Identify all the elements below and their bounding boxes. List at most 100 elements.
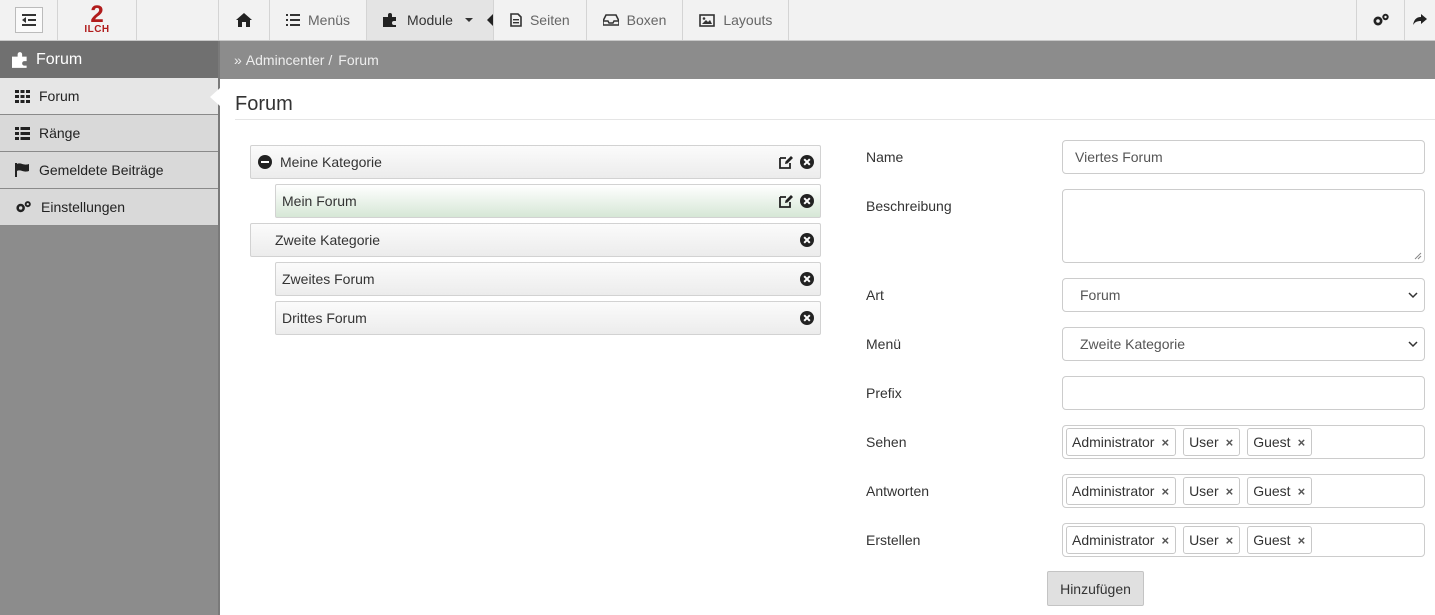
tree-item-forum[interactable]: Mein Forum — [275, 184, 821, 218]
remove-chip-icon[interactable]: × — [1226, 533, 1234, 548]
role-chip-label: Guest — [1253, 532, 1291, 548]
resize-grip-icon[interactable] — [1414, 252, 1422, 260]
tree-item-label: Mein Forum — [282, 193, 357, 209]
add-forum-button[interactable]: Hinzufügen — [1047, 571, 1144, 606]
breadcrumb-prefix: » — [234, 52, 242, 68]
prefix-field[interactable] — [1062, 376, 1425, 410]
role-chip: Guest × — [1247, 477, 1313, 505]
active-pointer-icon — [486, 14, 493, 26]
list-ol-icon — [286, 14, 300, 26]
home-button[interactable] — [219, 0, 270, 40]
remove-chip-icon[interactable]: × — [1298, 484, 1306, 499]
minus-circle-icon[interactable] — [258, 155, 272, 169]
remove-chip-icon[interactable]: × — [1226, 435, 1234, 450]
remove-chip-icon[interactable]: × — [1161, 435, 1169, 450]
sidebar-toggle-button[interactable] — [14, 7, 43, 33]
type-select[interactable]: Forum — [1062, 278, 1425, 312]
breadcrumb-root-link[interactable]: Admincenter — [246, 52, 325, 68]
role-chip: Administrator × — [1066, 428, 1177, 456]
breadcrumb: » Admincenter / Forum — [220, 41, 1435, 79]
remove-circle-icon[interactable] — [800, 155, 814, 169]
puzzle-icon — [12, 51, 27, 68]
nav-menus-label: Menüs — [308, 12, 351, 28]
sidebar-item-forum[interactable]: Forum — [0, 78, 220, 115]
tree-item-label: Zweite Kategorie — [275, 232, 381, 248]
sidebar-item-label: Ränge — [39, 125, 81, 141]
tree-item-label: Drittes Forum — [282, 310, 367, 326]
image-icon — [699, 13, 716, 27]
breadcrumb-current: Forum — [338, 52, 379, 68]
type-label: Art — [866, 287, 884, 303]
sidebar-item-raenge[interactable]: Ränge — [0, 115, 218, 152]
home-icon — [236, 13, 252, 27]
sidebar-item-einstellungen[interactable]: Einstellungen — [0, 189, 218, 226]
tree-item-actions — [800, 233, 814, 247]
role-chip: Guest × — [1247, 428, 1313, 456]
tree-item-category[interactable]: Meine Kategorie — [250, 145, 821, 179]
tree-item-label: Zweites Forum — [282, 271, 375, 287]
remove-chip-icon[interactable]: × — [1298, 435, 1306, 450]
navbar-spacer — [137, 0, 219, 40]
sidebar-item-label: Einstellungen — [41, 199, 126, 215]
create-roles-field[interactable]: Administrator × User × Guest × — [1062, 523, 1425, 557]
gears-icon — [16, 201, 31, 213]
reply-roles-field[interactable]: Administrator × User × Guest × — [1062, 474, 1425, 508]
menu-label: Menü — [866, 336, 902, 352]
settings-button[interactable] — [1357, 0, 1405, 40]
edit-icon[interactable] — [779, 194, 794, 208]
outdent-icon — [21, 14, 36, 26]
menu-select[interactable]: Zweite Kategorie — [1062, 327, 1425, 361]
remove-chip-icon[interactable]: × — [1226, 484, 1234, 499]
menu-select-value: Zweite Kategorie — [1080, 336, 1186, 352]
tree-item-category[interactable]: Zweite Kategorie — [250, 223, 821, 257]
role-chip: Administrator × — [1066, 477, 1177, 505]
chevron-down-icon — [1408, 292, 1418, 299]
list-icon — [15, 126, 30, 140]
remove-circle-icon[interactable] — [800, 233, 814, 247]
tree-item-forum[interactable]: Drittes Forum — [275, 301, 821, 335]
nav-layouts-label: Layouts — [723, 12, 773, 28]
role-chip: User × — [1183, 477, 1241, 505]
logout-button[interactable] — [1405, 0, 1435, 40]
remove-circle-icon[interactable] — [800, 272, 814, 286]
title-divider — [235, 119, 1435, 120]
edit-icon[interactable] — [779, 155, 794, 169]
role-chip: User × — [1183, 428, 1241, 456]
name-field[interactable]: Viertes Forum — [1062, 140, 1425, 174]
nav-module-label: Module — [407, 12, 453, 28]
prefix-label: Prefix — [866, 385, 902, 401]
remove-circle-icon[interactable] — [800, 194, 814, 208]
chevron-down-icon — [464, 18, 473, 22]
role-chip-label: Administrator — [1072, 532, 1155, 548]
share-icon — [1413, 14, 1427, 25]
name-field-value: Viertes Forum — [1075, 149, 1163, 165]
reply-label: Antworten — [866, 483, 930, 499]
tree-item-actions — [779, 155, 814, 169]
nav-layouts[interactable]: Layouts — [683, 0, 790, 40]
nav-seiten[interactable]: Seiten — [494, 0, 587, 40]
sidebar-item-gemeldete-beitraege[interactable]: Gemeldete Beiträge — [0, 152, 218, 189]
tree-item-forum[interactable]: Zweites Forum — [275, 262, 821, 296]
nav-boxen-label: Boxen — [626, 12, 667, 28]
sidebar-item-label: Gemeldete Beiträge — [39, 162, 164, 178]
remove-circle-icon[interactable] — [800, 311, 814, 325]
nav-module[interactable]: Module — [367, 0, 494, 40]
gears-icon — [1373, 13, 1389, 26]
description-textarea[interactable] — [1062, 189, 1425, 263]
inbox-icon — [602, 14, 619, 26]
remove-chip-icon[interactable]: × — [1161, 484, 1169, 499]
remove-chip-icon[interactable]: × — [1298, 533, 1306, 548]
nav-menus[interactable]: Menüs — [270, 0, 368, 40]
logo[interactable]: 2 ILCH — [58, 0, 137, 40]
sidebar-item-label: Forum — [39, 88, 80, 104]
role-chip: Administrator × — [1066, 526, 1177, 554]
sidebar: Forum Forum Ränge Gemeldete Beiträge Ein… — [0, 41, 220, 615]
tree-item-actions — [800, 272, 814, 286]
nav-boxen[interactable]: Boxen — [587, 0, 684, 40]
remove-chip-icon[interactable]: × — [1161, 533, 1169, 548]
role-chip-label: User — [1189, 434, 1219, 450]
description-label: Beschreibung — [866, 198, 952, 214]
role-chip: Guest × — [1247, 526, 1313, 554]
view-roles-field[interactable]: Administrator × User × Guest × — [1062, 425, 1425, 459]
role-chip-label: User — [1189, 532, 1219, 548]
